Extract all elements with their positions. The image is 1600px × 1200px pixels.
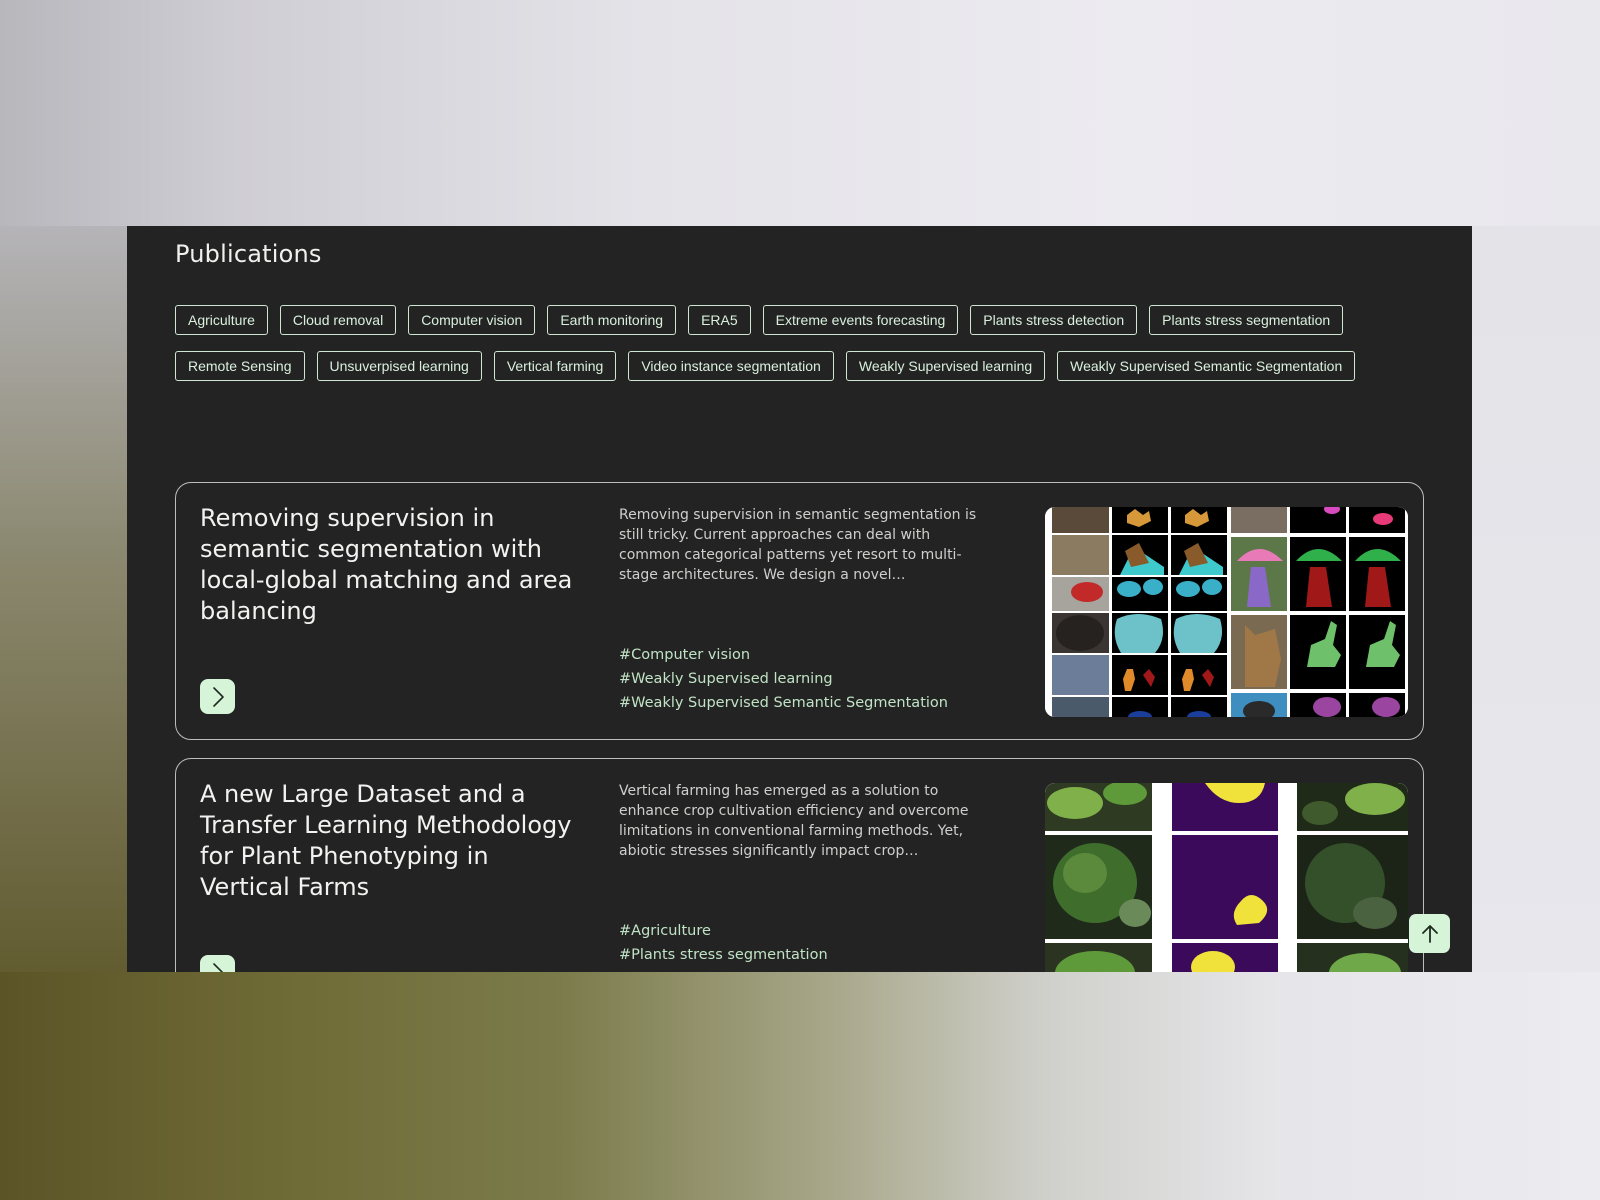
filter-tag-computer-vision[interactable]: Computer vision — [408, 305, 536, 335]
segmentation-examples-image — [1045, 507, 1408, 717]
section-title: Publications — [175, 240, 322, 268]
filter-tag-plants-stress-detection[interactable]: Plants stress detection — [970, 305, 1138, 335]
publication-abstract: Vertical farming has emerged as a soluti… — [619, 783, 969, 859]
filter-tag-weakly-supervised-semantic-segmentation[interactable]: Weakly Supervised Semantic Segmentation — [1057, 351, 1356, 381]
filter-tag-unsupervised-learning[interactable]: Unsuverpised learning — [316, 351, 482, 381]
background-left — [0, 226, 127, 972]
open-publication-button[interactable] — [200, 955, 235, 972]
publication-card[interactable]: Removing supervision in semantic segment… — [175, 482, 1424, 740]
publication-title[interactable]: Removing supervision in semantic segment… — [200, 503, 580, 627]
filter-tag-cloud-removal[interactable]: Cloud removal — [279, 305, 397, 335]
publication-hashtag[interactable]: #Agriculture — [619, 921, 999, 942]
publication-hashtag[interactable]: #Plants stress segmentation — [619, 945, 999, 966]
publication-thumbnail — [1045, 783, 1408, 972]
arrow-up-icon — [1421, 924, 1438, 943]
filter-tag-vertical-farming[interactable]: Vertical farming — [493, 351, 617, 381]
filter-tag-plants-stress-segmentation[interactable]: Plants stress segmentation — [1149, 305, 1344, 335]
chevron-right-icon — [212, 962, 224, 972]
publication-hashtag[interactable]: #Weakly Supervised Semantic Segmentation — [619, 693, 999, 714]
publication-tag-list: #Computer vision #Weakly Supervised lear… — [619, 645, 999, 714]
publication-abstract: Removing supervision in semantic segment… — [619, 507, 977, 583]
publication-card[interactable]: A new Large Dataset and a Transfer Learn… — [175, 758, 1424, 972]
filter-tag-weakly-supervised-learning[interactable]: Weakly Supervised learning — [845, 351, 1046, 381]
publication-title[interactable]: A new Large Dataset and a Transfer Learn… — [200, 779, 580, 903]
scroll-to-top-button[interactable] — [1409, 914, 1450, 953]
publication-thumbnail — [1045, 507, 1408, 717]
publication-hashtag[interactable]: #Computer vision — [619, 645, 999, 666]
filter-tag-remote-sensing[interactable]: Remote Sensing — [175, 351, 305, 381]
filter-tag-video-instance-segmentation[interactable]: Video instance segmentation — [628, 351, 834, 381]
publications-window: Publications Agriculture Cloud removal C… — [127, 226, 1472, 972]
publication-tag-list: #Agriculture #Plants stress segmentation — [619, 921, 999, 966]
chevron-right-icon — [212, 686, 224, 707]
plant-segmentation-image — [1045, 783, 1408, 972]
open-publication-button[interactable] — [200, 679, 235, 714]
background-top — [0, 0, 1600, 230]
filter-tag-extreme-events-forecasting[interactable]: Extreme events forecasting — [762, 305, 959, 335]
background-right — [1472, 226, 1600, 972]
filter-tag-era5[interactable]: ERA5 — [688, 305, 751, 335]
background-bottom — [0, 972, 1600, 1200]
filter-tag-earth-monitoring[interactable]: Earth monitoring — [547, 305, 677, 335]
filter-tag-agriculture[interactable]: Agriculture — [175, 305, 268, 335]
filter-tag-list: Agriculture Cloud removal Computer visio… — [175, 305, 1425, 381]
publication-hashtag[interactable]: #Weakly Supervised learning — [619, 669, 999, 690]
